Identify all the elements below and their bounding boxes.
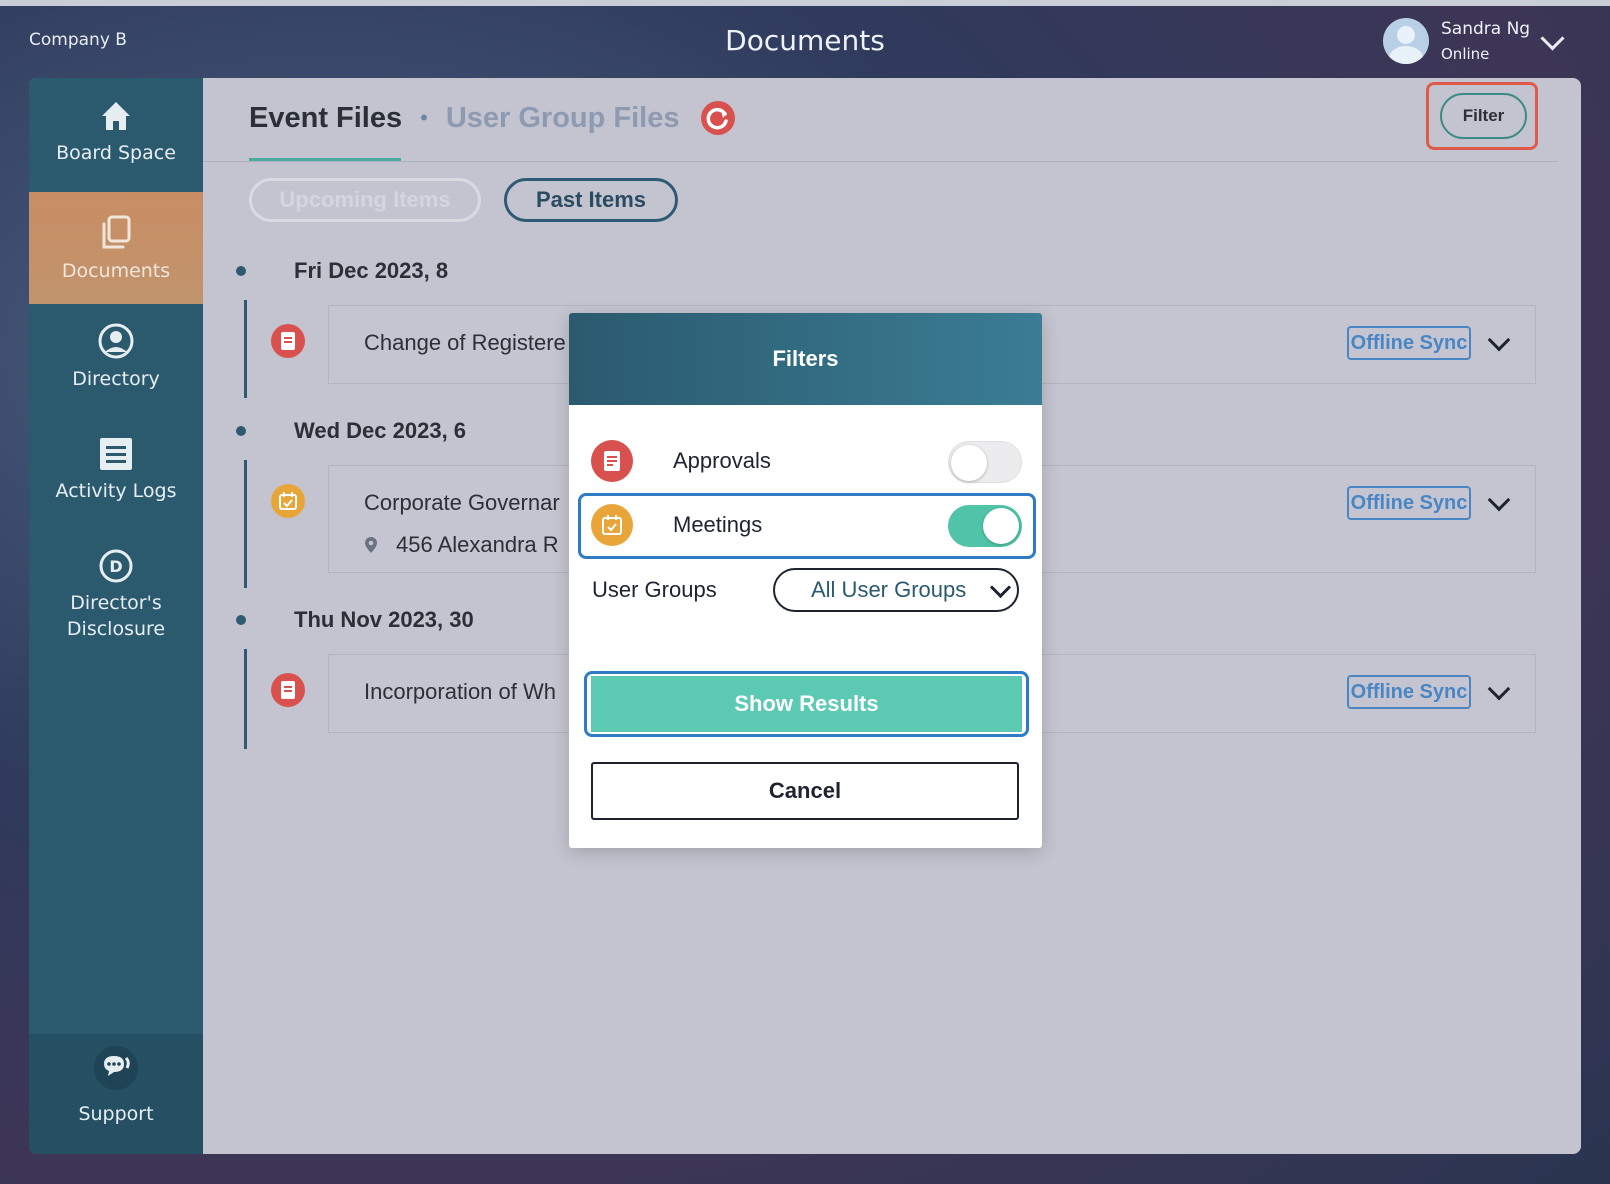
user-groups-value: All User Groups: [811, 577, 967, 602]
show-results-button[interactable]: Show Results: [591, 676, 1022, 732]
filter-row-approvals: Approvals: [569, 431, 1042, 491]
tab-divider: [203, 161, 1558, 162]
event-location: 456 Alexandra R: [364, 532, 559, 558]
cancel-button[interactable]: Cancel: [591, 762, 1019, 820]
date-header: Fri Dec 2023, 8: [236, 258, 448, 284]
approvals-toggle[interactable]: [948, 441, 1022, 483]
chevron-down-icon[interactable]: [1487, 328, 1511, 352]
offline-sync-button[interactable]: Offline Sync: [1347, 486, 1471, 520]
tab-event-files[interactable]: Event Files: [249, 102, 402, 135]
sidebar-item-directors-disclosure[interactable]: D Director's Disclosure: [29, 532, 203, 672]
user-groups-label: User Groups: [592, 577, 717, 602]
approval-icon: [591, 440, 633, 482]
d-circle-icon: D: [99, 549, 133, 583]
user-menu[interactable]: Sandra Ng Online: [1383, 18, 1530, 64]
sidebar-item-label: Directory: [72, 368, 160, 390]
list-icon: [100, 438, 132, 470]
sidebar-item-label: Activity Logs: [55, 480, 177, 502]
sidebar-item-activity-logs[interactable]: Activity Logs: [29, 418, 203, 532]
timeline-line: [244, 300, 247, 398]
svg-text:D: D: [109, 557, 122, 576]
date-label: Fri Dec 2023, 8: [294, 258, 449, 283]
sidebar-item-board-space[interactable]: Board Space: [29, 78, 203, 192]
refresh-icon[interactable]: [700, 100, 736, 136]
approval-icon: [271, 673, 305, 707]
chevron-down-icon: [989, 576, 1012, 599]
chevron-down-icon[interactable]: [1487, 488, 1511, 512]
home-icon: [102, 102, 130, 130]
filter-button[interactable]: Filter: [1440, 93, 1527, 139]
approval-icon: [271, 324, 305, 358]
timeline-line: [244, 649, 247, 749]
event-location-text: 456 Alexandra R: [396, 532, 559, 557]
event-title: Change of Registere: [364, 330, 566, 355]
filters-modal: Filters Approvals Meetings User Groups A…: [569, 313, 1042, 848]
tab-separator: •: [420, 105, 428, 130]
timeline-dot: [236, 266, 246, 276]
user-circle-icon: [98, 323, 134, 359]
modal-title: Filters: [569, 313, 1042, 405]
date-header: Wed Dec 2023, 6: [236, 418, 466, 444]
timeline-line: [244, 460, 247, 588]
tab-bar: Event Files • User Group Files: [249, 100, 736, 136]
support-label: Support: [78, 1103, 154, 1125]
offline-sync-button[interactable]: Offline Sync: [1347, 675, 1471, 709]
approvals-label: Approvals: [673, 448, 771, 473]
timeline-dot: [236, 615, 246, 625]
meetings-label: Meetings: [673, 512, 763, 537]
event-title: Incorporation of Wh: [364, 679, 556, 704]
chat-icon: [94, 1046, 138, 1090]
sidebar-item-directory[interactable]: Directory: [29, 304, 203, 418]
meetings-toggle[interactable]: [948, 505, 1022, 547]
page-title: Documents: [725, 24, 885, 57]
tab-user-group-files[interactable]: User Group Files: [446, 102, 680, 135]
sidebar-item-label: Director's: [70, 592, 162, 614]
user-status: Online: [1441, 45, 1490, 63]
sidebar-item-documents[interactable]: Documents: [29, 192, 203, 304]
sidebar-item-label-line2: Disclosure: [66, 618, 166, 640]
sidebar-item-label: Documents: [61, 260, 171, 282]
timeline-dot: [236, 426, 246, 436]
avatar[interactable]: [1383, 18, 1429, 64]
top-strip: [0, 0, 1610, 6]
upcoming-items-button[interactable]: Upcoming Items: [249, 178, 481, 222]
documents-icon: [102, 215, 131, 249]
date-header: Thu Nov 2023, 30: [236, 607, 474, 633]
date-label: Wed Dec 2023, 6: [294, 418, 467, 443]
chevron-down-icon[interactable]: [1487, 677, 1511, 701]
sidebar: Board Space Documents Directory Activity…: [29, 78, 203, 1154]
offline-sync-button[interactable]: Offline Sync: [1347, 326, 1471, 360]
event-title: Corporate Governar: [364, 490, 560, 515]
user-groups-select[interactable]: All User Groups: [773, 568, 1019, 612]
sidebar-item-label: Board Space: [56, 142, 176, 164]
meeting-icon: [591, 504, 633, 546]
meeting-icon: [271, 484, 305, 518]
filter-row-meetings: Meetings: [569, 495, 1042, 555]
past-items-button[interactable]: Past Items: [504, 178, 678, 222]
sidebar-item-support[interactable]: Support: [29, 1034, 203, 1154]
location-pin-icon: [365, 537, 377, 553]
date-label: Thu Nov 2023, 30: [294, 607, 474, 632]
user-name: Sandra Ng: [1441, 19, 1531, 39]
